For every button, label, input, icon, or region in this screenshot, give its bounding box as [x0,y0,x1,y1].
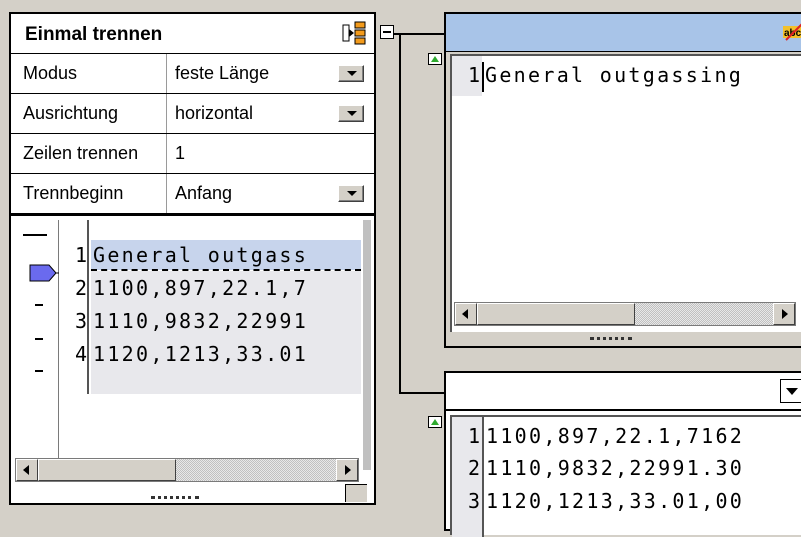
line-number: 3 [74,309,87,333]
preview-line: 1110,9832,22991 [93,309,309,333]
input-connector-icon[interactable] [428,416,442,428]
resize-corner-icon[interactable] [345,484,367,502]
collapse-toggle-icon[interactable] [380,25,394,39]
line-number: 2 [74,276,87,300]
spellcheck-icon[interactable]: abc [782,22,801,42]
scroll-left-button[interactable] [455,303,477,325]
scroll-thumb[interactable] [477,303,635,325]
preview-line: 1110,9832,22991.30 [486,456,745,480]
line-number: 4 [74,342,87,366]
connector-line [393,33,445,35]
property-value[interactable]: 1 [175,143,185,164]
text-preview[interactable]: 1 General outgassing [450,54,801,332]
scroll-left-button[interactable] [16,459,38,481]
preview-text-area[interactable]: General outgass 1100,897,22.1,7 1110,983… [91,220,361,394]
preview-line: 1100,897,22.1,7 [93,276,309,300]
gutter-tick [35,370,43,372]
preview-line: 1100,897,22.1,7162 [486,424,745,448]
split-once-component[interactable]: Einmal trennen Modus feste Länge Ausrich… [9,12,376,505]
dropdown-arrow-icon[interactable] [338,65,364,82]
text-preview[interactable]: 1 2 3 1100,897,22.1,7162 1110,9832,22991… [450,415,801,537]
gutter-marker-line [23,234,47,236]
text-output-component-top[interactable]: abc 1 General outgassing [444,12,801,348]
component-header[interactable]: abc [446,14,801,52]
input-connector-icon[interactable] [428,53,442,65]
split-gutter[interactable] [15,220,64,475]
property-value[interactable]: feste Länge [175,63,269,84]
property-row-ausrichtung: Ausrichtung horizontal [11,94,374,134]
horizontal-scrollbar[interactable] [454,302,796,326]
text-preview[interactable]: 1 2 3 4 General outgass 1100,897,22.1,7 … [11,214,374,503]
split-output-icon[interactable] [342,21,366,45]
scroll-thumb[interactable] [38,459,176,481]
property-row-zeilen-trennen: Zeilen trennen 1 [11,134,374,174]
resize-grip-icon[interactable] [151,496,199,500]
connector-line [399,392,445,394]
vertical-scrollbar[interactable] [363,220,371,470]
preview-line: 1120,1213,33.01 [93,342,309,366]
component-title-bar[interactable]: Einmal trennen [11,14,374,54]
property-label: Ausrichtung [11,94,167,133]
property-label: Zeilen trennen [11,134,167,173]
component-title: Einmal trennen [25,24,163,45]
preview-line: 1120,1213,33.01,00 [486,489,745,513]
line-number-column: 1 2 3 4 [59,220,89,394]
property-row-modus: Modus feste Länge [11,54,374,94]
property-value[interactable]: Anfang [175,183,232,204]
line-number: 1 [467,63,480,87]
property-label: Modus [11,54,167,93]
line-number: 1 [467,424,480,448]
line-number-divider [482,417,484,537]
property-label: Trennbeginn [11,174,167,213]
line-number: 2 [467,456,480,480]
dropdown-arrow-icon[interactable] [338,105,364,122]
connector-line [399,33,401,394]
component-header-divider [446,409,801,411]
text-output-component-bottom[interactable]: 1 2 3 1100,897,22.1,7162 1110,9832,22991… [444,371,801,537]
property-value[interactable]: horizontal [175,103,253,124]
text-cursor [482,62,484,92]
dropdown-arrow-icon[interactable] [338,185,364,202]
gutter-tick [35,304,43,306]
line-number: 3 [467,489,480,513]
property-row-trennbeginn: Trennbeginn Anfang [11,174,374,214]
horizontal-scrollbar[interactable] [15,458,359,482]
preview-line: General outgass [93,243,309,267]
mapping-canvas: { "split_component": { "title": "Einmal … [0,0,801,537]
gutter-tick [35,338,43,340]
resize-grip-icon[interactable] [590,337,632,341]
scroll-right-button[interactable] [336,459,358,481]
preview-line: General outgassing [485,63,744,87]
scroll-right-button[interactable] [773,303,795,325]
dropdown-arrow-icon[interactable] [780,379,801,403]
line-number: 1 [74,243,87,267]
